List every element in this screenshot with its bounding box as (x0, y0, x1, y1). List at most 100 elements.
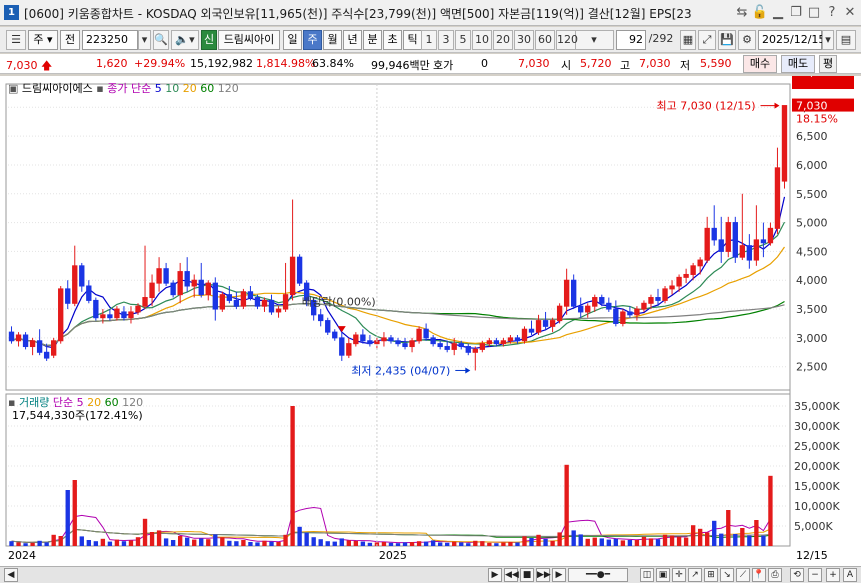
interval-tab-10[interactable]: 10 (472, 30, 492, 50)
stock-name: 드림씨아이 (218, 30, 280, 50)
date-dropdown-icon[interactable]: ▾ (822, 30, 834, 50)
candle-body (163, 268, 169, 284)
sound-icon[interactable]: 🔈▾ (171, 30, 199, 50)
pin-icon[interactable]: 📍 (752, 568, 766, 582)
volume-bar (367, 542, 373, 546)
zoom-slider[interactable]: ━━●━ (568, 568, 628, 582)
candle-body (760, 239, 767, 244)
settings-icon[interactable]: ⚙ (738, 30, 756, 50)
volume-bar (761, 535, 766, 546)
market-select[interactable]: 전 (60, 30, 80, 50)
interval-tab-30[interactable]: 30 (514, 30, 534, 50)
volume-bar (199, 538, 204, 546)
maximize-icon[interactable]: □ (805, 3, 823, 22)
date-input[interactable]: 2025/12/15 (758, 30, 825, 50)
candle-body (732, 222, 738, 258)
restore-icon[interactable]: ❐ (787, 3, 805, 22)
scroll-bar[interactable]: ◀ ▶ ◀◀ ■ ▶▶ ▶ ━━●━ ◫ ▣ ✛ ↗ ⊞ ↘ ⟋ 📍 ⎙ ⟲ −… (0, 566, 861, 583)
period-tab-0[interactable]: 일 (283, 30, 302, 50)
chart-area[interactable]: 7,0006,5006,0005,5005,0004,5004,0003,500… (0, 76, 861, 566)
period-tab-4[interactable]: 분 (363, 30, 382, 50)
candle-body (669, 285, 675, 290)
period-tab-1[interactable]: 주 (303, 30, 322, 50)
menu-icon[interactable]: ☰ (6, 30, 26, 50)
font-size-icon[interactable]: A (843, 568, 857, 582)
quote-open: 5,720 (580, 57, 612, 70)
zoom-in-icon[interactable]: + (826, 568, 840, 582)
print-icon[interactable]: ⎙ (768, 568, 782, 582)
trend-up-icon[interactable]: ↗ (688, 568, 702, 582)
candle-body (360, 334, 366, 342)
zoom-out-icon[interactable]: − (808, 568, 822, 582)
indicator-icon[interactable]: ↘ (720, 568, 734, 582)
candle-body (402, 343, 408, 348)
interval-tab-3[interactable]: 3 (438, 30, 454, 50)
zoom-window-icon[interactable]: ▣ (656, 568, 670, 582)
interval-select[interactable]: ▾ (574, 30, 614, 50)
zoom-reset-icon[interactable]: ⟲ (790, 568, 804, 582)
volume-bar (641, 536, 647, 546)
candle-body (339, 337, 345, 356)
data-count-input[interactable]: 92 (616, 30, 646, 50)
volume-bar (156, 530, 162, 546)
candle-body (725, 222, 731, 252)
candle-body (212, 282, 218, 310)
candle-body (458, 343, 464, 348)
close-icon[interactable]: ✕ (841, 3, 859, 22)
candle-body (690, 265, 696, 275)
sell-button[interactable]: 매도 (781, 55, 815, 73)
volume-bar (669, 535, 675, 546)
play-icon[interactable]: ▶ (488, 568, 502, 582)
calendar-icon[interactable]: ▤ (836, 30, 856, 50)
up-arrow-icon: 🡅 (41, 59, 53, 72)
volume-bar (72, 480, 77, 546)
volume-tick-label: 25,000K (794, 440, 840, 453)
rewind-icon[interactable]: ◀◀ (504, 568, 519, 582)
price-current-value: 7,030 (796, 100, 828, 113)
volume-bar (676, 536, 682, 546)
code-dropdown-icon[interactable]: ▾ (138, 30, 151, 50)
save-icon[interactable]: 💾 (718, 30, 736, 50)
help-icon[interactable]: ? (823, 3, 841, 22)
period-type-select[interactable]: 주 ▾ (28, 30, 58, 50)
minimize-icon[interactable]: ▁ (769, 3, 787, 22)
chart-type-icon[interactable]: ⊞ (704, 568, 718, 582)
zoom-fit-icon[interactable]: ◫ (640, 568, 654, 582)
volume-bar (683, 537, 689, 546)
eval-button[interactable]: 평 (819, 55, 837, 73)
interval-tab-5[interactable]: 5 (455, 30, 471, 50)
period-tab-5[interactable]: 초 (383, 30, 402, 50)
period-tab-3[interactable]: 년 (343, 30, 362, 50)
candle-body (135, 305, 141, 313)
forward-icon[interactable]: ▶▶ (536, 568, 551, 582)
link-icon[interactable]: ⇆ (733, 3, 751, 22)
stop-icon[interactable]: ■ (520, 568, 534, 582)
search-icon[interactable]: 🔍 (153, 30, 169, 50)
volume-tick-label: 10,000K (794, 500, 840, 513)
panel-icon: ▣ (8, 82, 19, 95)
candle-body (500, 340, 507, 345)
lock-icon[interactable]: 🔓 (751, 3, 769, 22)
grid-icon[interactable]: ▦ (680, 30, 696, 50)
stock-code-input[interactable]: 223250 (82, 30, 138, 50)
period-tab-2[interactable]: 월 (323, 30, 342, 50)
candle-body (479, 343, 486, 350)
period-tab-6[interactable]: 틱 (403, 30, 422, 50)
step-icon[interactable]: ▶ (552, 568, 566, 582)
interval-tab-120[interactable]: 120 (556, 30, 578, 50)
interval-tab-20[interactable]: 20 (493, 30, 513, 50)
line-tool-icon[interactable]: ⟋ (736, 568, 750, 582)
volume-bar (571, 530, 576, 546)
interval-tab-60[interactable]: 60 (535, 30, 555, 50)
candle-body (465, 346, 471, 353)
volume-bar (557, 532, 562, 546)
chart-add-icon[interactable]: ⤢ (698, 30, 716, 50)
candle-body (381, 337, 387, 342)
volume-bar (705, 532, 710, 546)
interval-tab-1[interactable]: 1 (421, 30, 437, 50)
crosshair-icon[interactable]: ✛ (672, 568, 686, 582)
scroll-left-icon[interactable]: ◀ (4, 568, 18, 582)
price-volume-chart[interactable]: 7,0006,5006,0005,5005,0004,5004,0003,500… (0, 76, 861, 566)
price-current-pct: 18.15% (796, 113, 838, 126)
buy-button[interactable]: 매수 (743, 55, 777, 73)
